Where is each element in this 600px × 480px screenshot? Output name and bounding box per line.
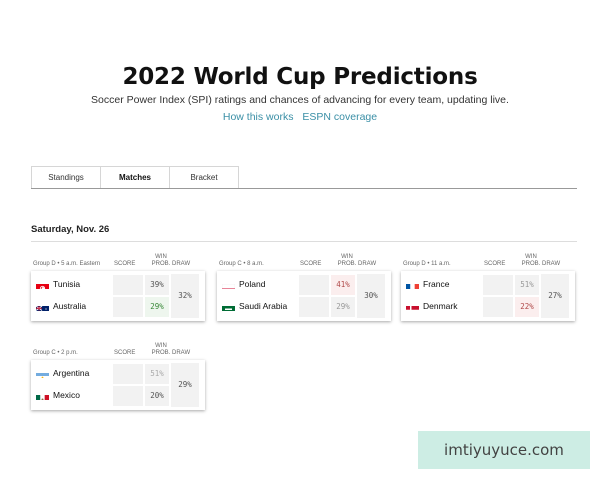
mexico-flag-icon [36,391,49,400]
score-cell [299,297,329,317]
win-prob-header-line2: PROB. [151,261,171,267]
win-prob-header-line2: PROB. [151,350,171,356]
match-table: France 51% Denmark 22% 27% [401,271,575,321]
match-table: Tunisia 39% Australia 29% 32% [31,271,205,321]
win-prob-header-line1: WIN [341,254,353,260]
draw-prob-cell: 30% [357,274,385,318]
win-prob-header: WIN PROB. [149,254,173,270]
team-name: Argentina [53,368,90,378]
espn-coverage-link[interactable]: ESPN coverage [302,111,377,123]
page-subtitle: Soccer Power Index (SPI) ratings and cha… [91,94,509,106]
view-tabs: Standings Matches Bracket [31,166,239,188]
score-cell [113,275,143,295]
tab-matches[interactable]: Matches [101,167,170,188]
draw-prob-cell: 29% [171,363,199,407]
header-links: How this works ESPN coverage [0,111,600,123]
watermark: imtiyuyuce.com [418,431,590,469]
match-card-0[interactable]: Group D • 5 a.m. Eastern SCORE WIN PROB.… [31,254,207,326]
france-flag-icon [406,280,419,289]
tunisia-flag-icon [36,280,49,289]
win-prob-cell: 51% [145,364,169,384]
australia-flag-icon [36,302,49,311]
match-table: Poland 41% Saudi Arabia 29% 30% [217,271,391,321]
score-cell [113,386,143,406]
team-name: Mexico [53,390,80,400]
win-prob-cell: 29% [145,297,169,317]
win-prob-cell: 39% [145,275,169,295]
win-prob-cell: 20% [145,386,169,406]
score-cell [113,364,143,384]
tab-bracket[interactable]: Bracket [170,167,238,188]
date-divider [31,241,577,242]
match-card-1[interactable]: Group C • 8 a.m. SCORE WIN PROB. DRAW Po… [217,254,393,326]
tab-standings[interactable]: Standings [32,167,101,188]
team-name: Tunisia [53,279,81,289]
score-cell [299,275,329,295]
match-card-3[interactable]: Group C • 2 p.m. SCORE WIN PROB. DRAW Ar… [31,343,207,415]
team-name: Australia [53,301,87,311]
win-prob-header: WIN PROB. [335,254,359,270]
draw-prob-cell: 27% [541,274,569,318]
win-prob-header: WIN PROB. [149,343,173,359]
win-prob-header: WIN PROB. [519,254,543,270]
match-card-2[interactable]: Group D • 11 a.m. SCORE WIN PROB. DRAW F… [401,254,577,326]
score-cell [483,297,513,317]
win-prob-header-line1: WIN [155,343,167,349]
poland-flag-icon [222,280,235,289]
win-prob-header-line1: WIN [155,254,167,260]
team-name: Denmark [423,301,458,311]
win-prob-header-line2: PROB. [521,261,541,267]
win-prob-cell: 51% [515,275,539,295]
team-name: Saudi Arabia [239,301,288,311]
tabs-divider [31,188,577,189]
win-prob-header-line2: PROB. [337,261,357,267]
team-name: Poland [239,279,266,289]
denmark-flag-icon [406,302,419,311]
win-prob-cell: 29% [331,297,355,317]
match-table: Argentina 51% Mexico 20% 29% [31,360,205,410]
page-title: 2022 World Cup Predictions [122,64,478,90]
score-cell [483,275,513,295]
draw-prob-cell: 32% [171,274,199,318]
argentina-flag-icon [36,369,49,378]
win-prob-cell: 22% [515,297,539,317]
win-prob-header-line1: WIN [525,254,537,260]
saudi-arabia-flag-icon [222,302,235,311]
date-heading: Saturday, Nov. 26 [31,224,110,235]
how-this-works-link[interactable]: How this works [223,111,294,123]
win-prob-cell: 41% [331,275,355,295]
team-name: France [423,279,450,289]
score-cell [113,297,143,317]
